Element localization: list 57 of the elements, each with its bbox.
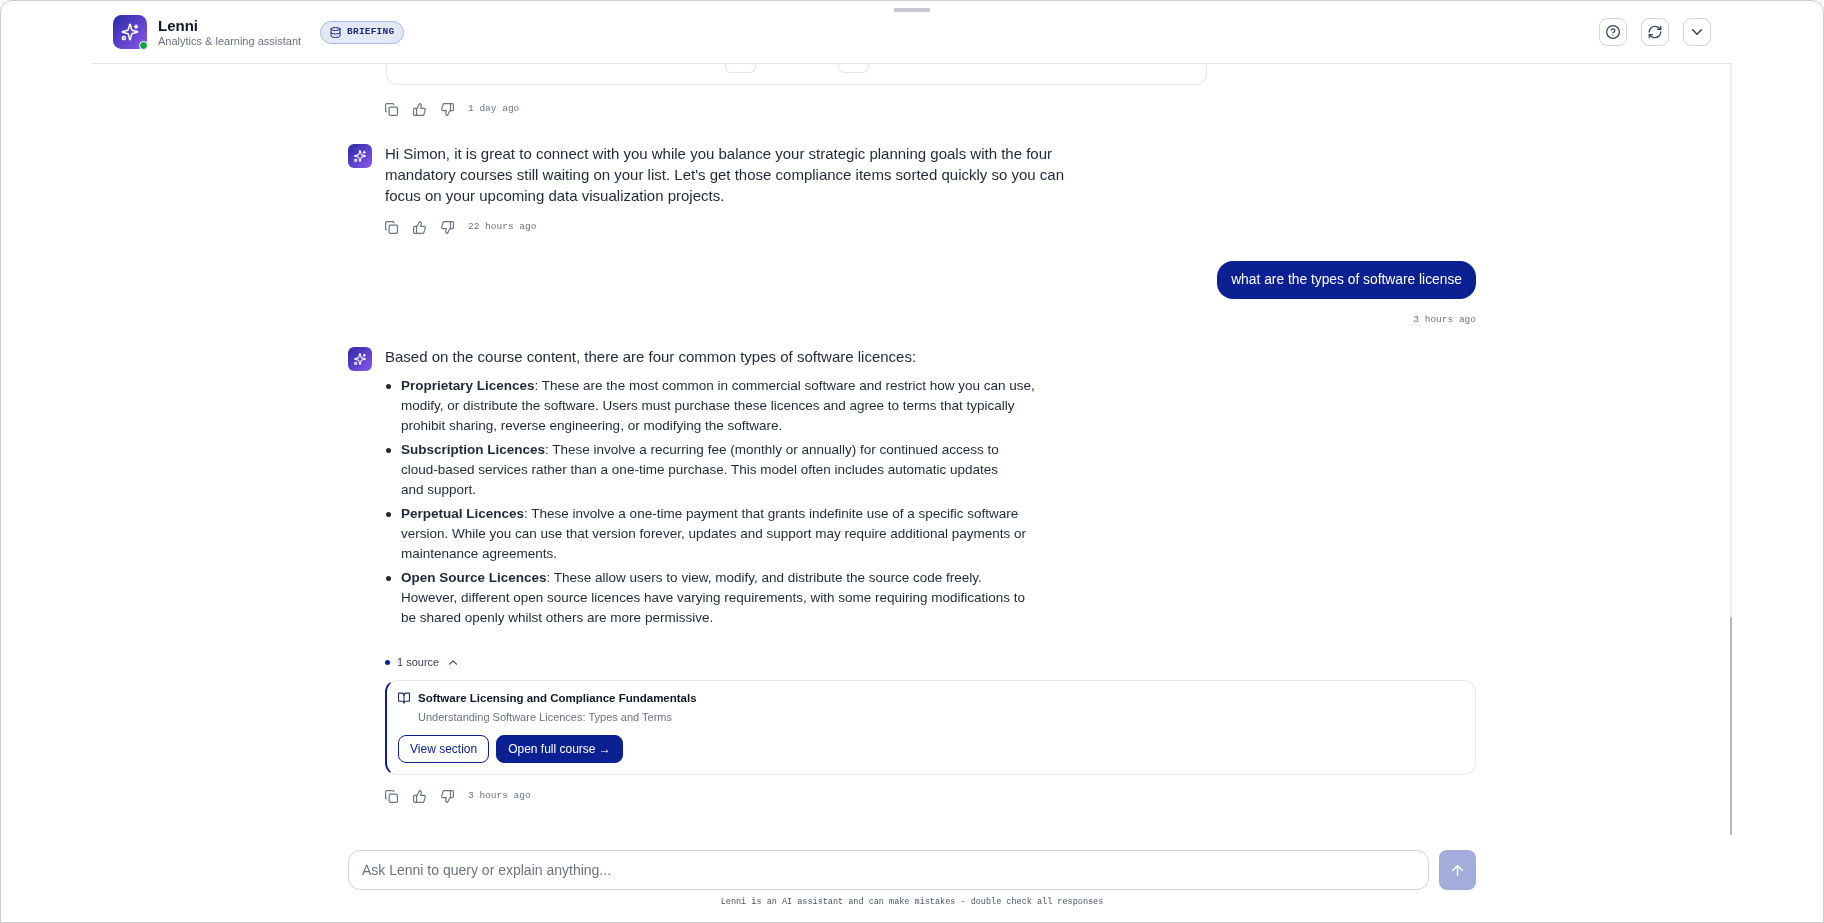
like-button[interactable] <box>412 102 426 116</box>
bullet-text: Subscription Licences: These involve a recurring fee (monthly or annually) for continued access to cloud-based services rather than a one-time purchase. This model often includes automatic updates and support. <box>401 441 1000 499</box>
chevron-down-icon <box>1692 29 1702 35</box>
sources-toggle[interactable]: 1 source <box>385 655 458 669</box>
message-text: Based on the course content, there are four common types of software licences: <box>385 347 918 367</box>
timestamp: 22 hours ago <box>468 221 537 233</box>
clipped-button[interactable] <box>725 64 756 73</box>
sparkle-avatar-icon <box>113 15 147 49</box>
sparkle-avatar-icon <box>348 347 372 371</box>
dislike-button[interactable] <box>440 789 454 803</box>
refresh-icon <box>1648 25 1662 39</box>
bullet-text: Open Source Licences: These allow users to view, modify, and distribute the source code freely. However, different open source licences have varying requirements, with some requiring modifications to be shared openly whilst others are more permissive. <box>401 569 1027 627</box>
assistant-name: Lenni <box>158 16 198 34</box>
bullet-icon <box>386 384 391 389</box>
like-button[interactable] <box>412 789 426 803</box>
database-icon <box>330 26 342 38</box>
copy-icon <box>384 789 398 803</box>
bullet-icon <box>386 448 391 453</box>
copy-icon <box>384 102 398 116</box>
help-icon <box>1606 25 1620 39</box>
message-text: Hi Simon, it is great to connect with you while you balance your strategic planning goals with the four mandatory courses still waiting on your list. Let's get those compliance items sorted quickly so you can focus on your upcoming data visualization projects. <box>385 144 1065 206</box>
collapse-button[interactable] <box>1683 18 1711 46</box>
timestamp: 3 hours ago <box>468 790 531 802</box>
open-course-button[interactable]: Open full course → <box>496 735 623 763</box>
help-button[interactable] <box>1599 18 1627 46</box>
thumbs-down-icon <box>440 220 454 234</box>
book-icon <box>398 692 410 704</box>
bullet-text: Proprietary Licences: These are the most common in commercial software and restrict how you can use, modify, or distribute the software. Users must purchase these licences and agree to terms that typically prohibit sharing, reverse engineering, or modifying the software. <box>401 377 1036 435</box>
refresh-button[interactable] <box>1641 18 1669 46</box>
mode-label: BRIEFING <box>347 26 395 38</box>
sparkle-avatar-icon <box>348 144 372 168</box>
bullet-icon <box>386 512 391 517</box>
dislike-button[interactable] <box>440 220 454 234</box>
copy-icon <box>384 220 398 234</box>
assistant-subtitle: Analytics & learning assistant <box>158 33 302 48</box>
like-button[interactable] <box>412 220 426 234</box>
thumbs-up-icon <box>412 102 426 116</box>
copy-button[interactable] <box>384 220 398 234</box>
source-subtitle: Understanding Software Licences: Types and Terms <box>418 710 672 724</box>
bullet-icon <box>386 576 391 581</box>
timestamp: 3 hours ago <box>1413 314 1476 326</box>
message-input[interactable]: Ask Lenni to query or explain anything... <box>348 850 1429 890</box>
copy-button[interactable] <box>384 789 398 803</box>
source-title: Software Licensing and Compliance Fundamentals <box>418 691 697 706</box>
thumbs-down-icon <box>440 789 454 803</box>
drag-handle[interactable] <box>893 8 931 12</box>
clipped-button[interactable] <box>838 64 869 73</box>
thumbs-up-icon <box>412 789 426 803</box>
dislike-button[interactable] <box>440 102 454 116</box>
thumbs-up-icon <box>412 220 426 234</box>
disclaimer-text: Lenni is an AI assistant and can make mistakes - double check all responses <box>720 896 1104 908</box>
view-section-button[interactable]: View section <box>398 735 490 763</box>
user-message: what are the types of software license <box>1217 261 1476 299</box>
timestamp: 1 day ago <box>468 103 520 115</box>
copy-button[interactable] <box>384 102 398 116</box>
bullet-text: Perpetual Licences: These involve a one-time payment that grants indefinite use of a specific software version. While you can use that version forever, updates and support may require additional payments or maintenance agreements. <box>401 505 1028 563</box>
thumbs-down-icon <box>440 102 454 116</box>
